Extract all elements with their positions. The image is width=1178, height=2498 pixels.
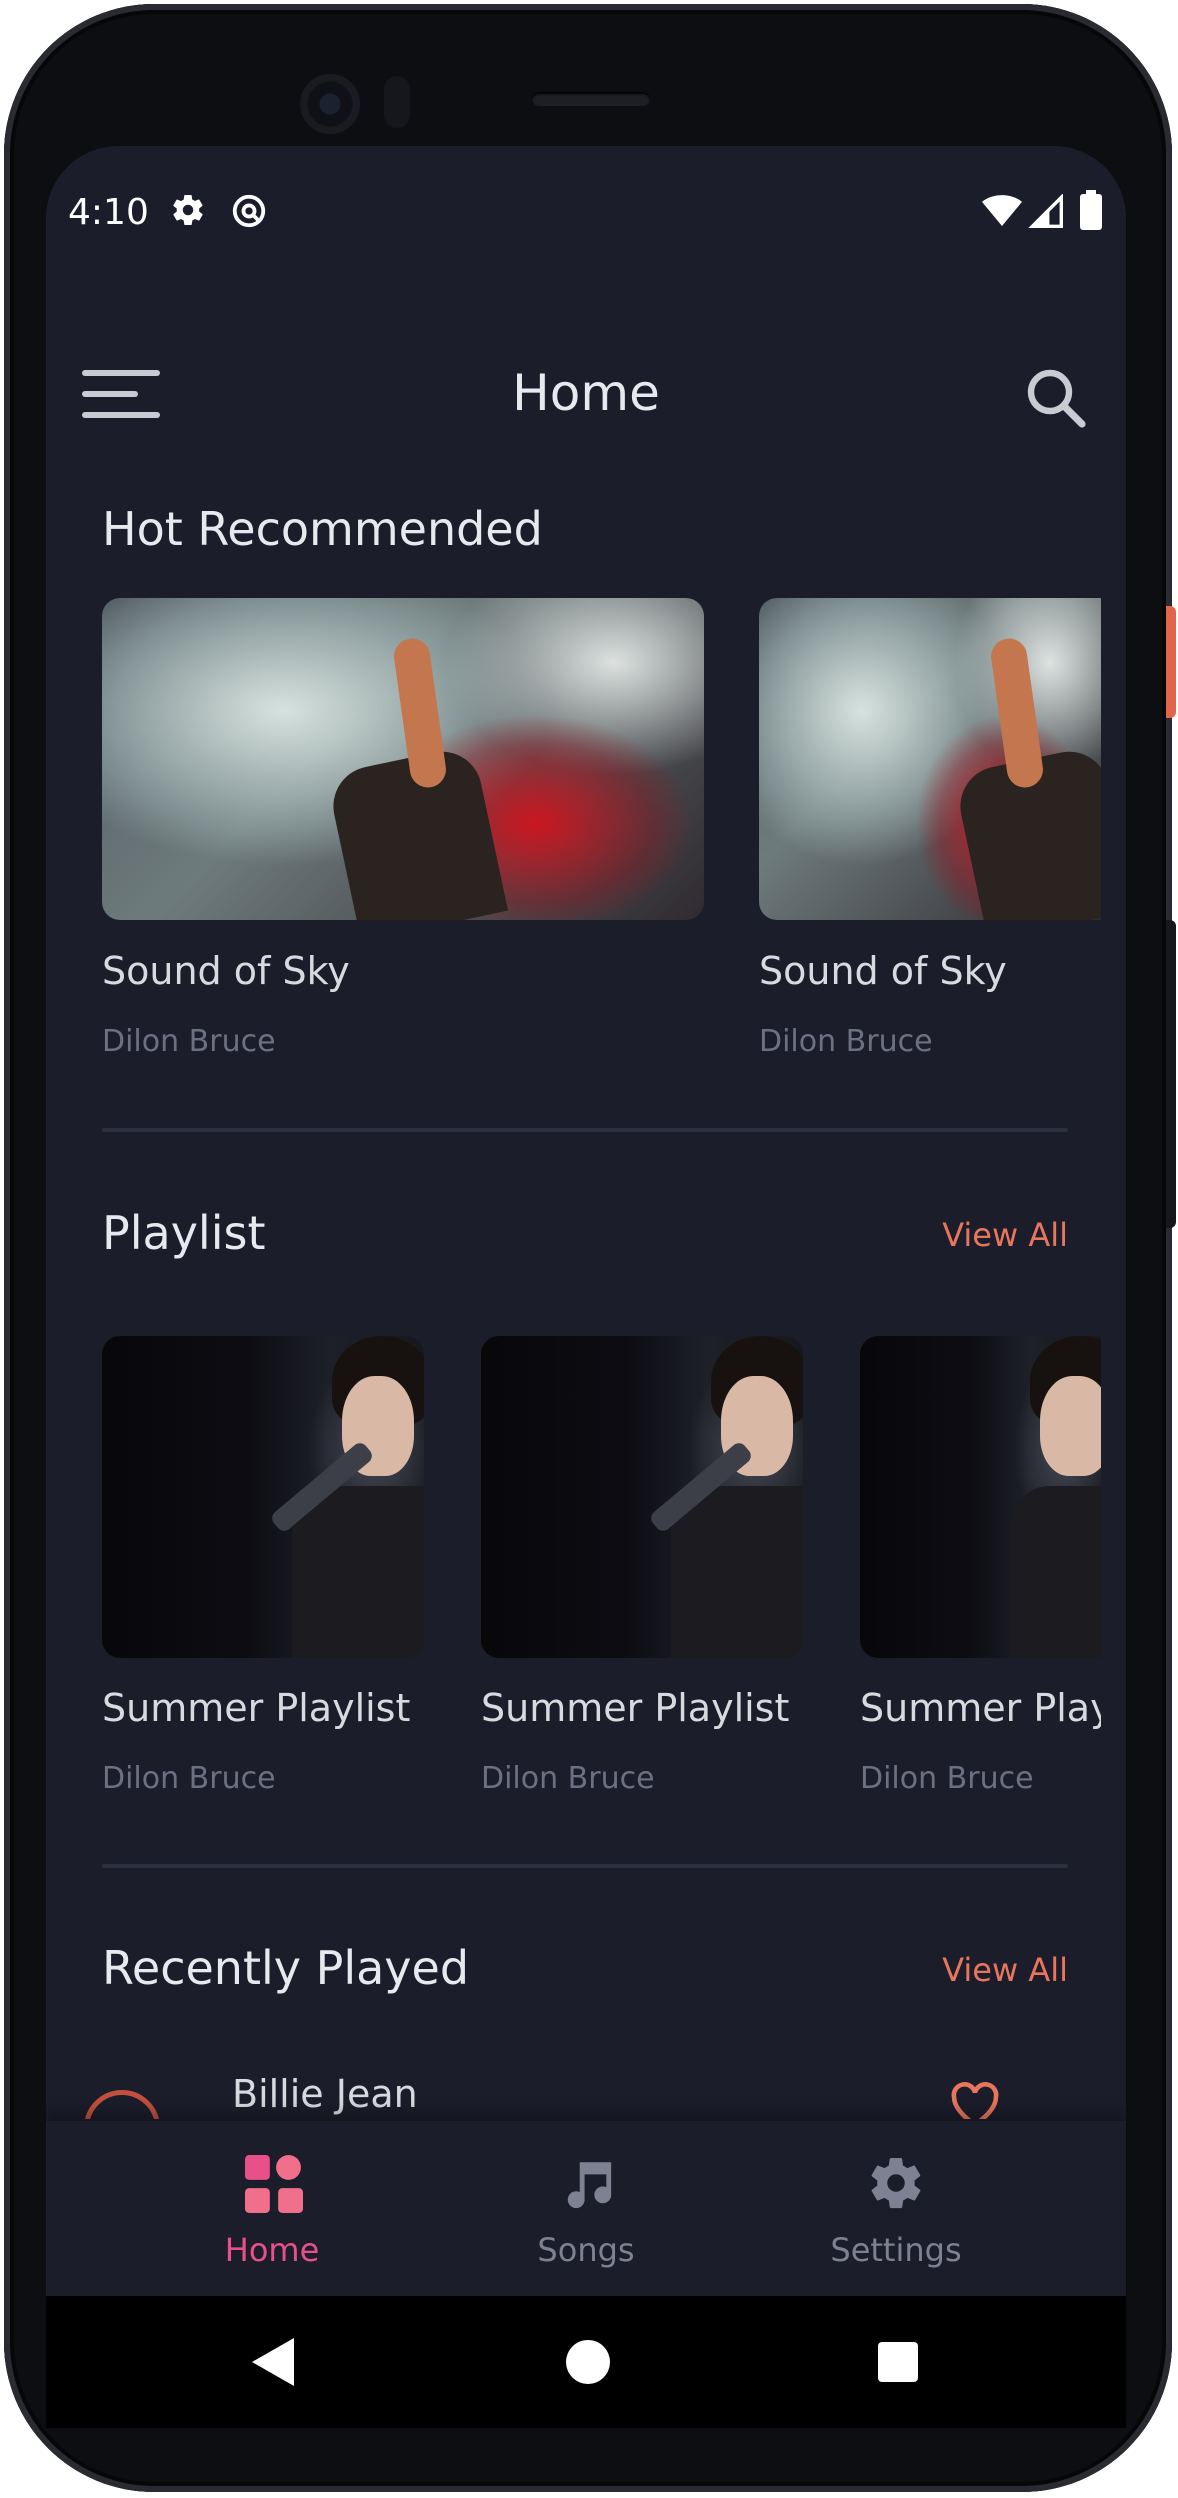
gear-icon bbox=[866, 2153, 926, 2217]
hot-recommended-cover[interactable] bbox=[102, 598, 704, 920]
playlist-item-artist: Dilon Bruce bbox=[102, 1761, 276, 1796]
tab-songs[interactable]: Songs bbox=[436, 2121, 736, 2296]
search-icon[interactable] bbox=[1024, 366, 1088, 434]
status-time: 4:10 bbox=[68, 192, 149, 233]
proximity-sensor bbox=[384, 76, 410, 128]
front-camera bbox=[300, 74, 360, 134]
tab-home[interactable]: Home bbox=[122, 2121, 422, 2296]
playlist-item-artist: Dilon Bruce bbox=[481, 1761, 655, 1796]
hot-recommended-title: Hot Recommended bbox=[102, 502, 543, 556]
home-circle-icon[interactable] bbox=[566, 2340, 610, 2388]
recently-played-view-all-link[interactable]: View All bbox=[942, 1951, 1068, 1989]
gear-icon bbox=[170, 192, 206, 232]
section-divider bbox=[102, 1864, 1068, 1868]
hot-recommended-cover[interactable] bbox=[759, 598, 1101, 920]
tab-home-label: Home bbox=[224, 2231, 320, 2269]
tab-settings[interactable]: Settings bbox=[746, 2121, 1046, 2296]
tab-settings-label: Settings bbox=[830, 2231, 962, 2269]
section-divider bbox=[102, 1128, 1068, 1132]
playlist-title-clip: Summer Playlist bbox=[860, 1676, 1101, 1736]
track-title: Billie Jean bbox=[232, 2072, 418, 2116]
at-icon bbox=[230, 192, 268, 234]
playlist-item-title: Summer Playlist bbox=[860, 1686, 1101, 1730]
page-title: Home bbox=[512, 364, 660, 422]
hot-recommended-item-title: Sound of Sky bbox=[102, 949, 350, 993]
playlist-cover[interactable] bbox=[102, 1336, 424, 1658]
playlist-view-all-link[interactable]: View All bbox=[942, 1216, 1068, 1254]
playlist-cover[interactable] bbox=[481, 1336, 803, 1658]
system-navigation-bar bbox=[46, 2296, 1126, 2428]
recents-square-icon[interactable] bbox=[878, 2342, 918, 2386]
grid-icon bbox=[245, 2155, 303, 2217]
power-button[interactable] bbox=[1166, 606, 1176, 718]
back-icon[interactable] bbox=[252, 2338, 294, 2390]
tab-songs-label: Songs bbox=[537, 2231, 635, 2269]
volume-button[interactable] bbox=[1166, 920, 1176, 1228]
playlist-item-title: Summer Playlist bbox=[102, 1686, 411, 1730]
playlist-title: Playlist bbox=[102, 1206, 266, 1260]
app-screen: 4:10 Home Hot Recommended Sound of Sky D… bbox=[46, 146, 1126, 2296]
status-bar: 4:10 bbox=[46, 146, 1126, 276]
playlist-item-artist: Dilon Bruce bbox=[860, 1761, 1034, 1796]
recently-played-title: Recently Played bbox=[102, 1941, 470, 1995]
bottom-navigation: Home Songs Settings bbox=[46, 2119, 1126, 2296]
hot-recommended-item-title: Sound of Sky bbox=[759, 949, 1007, 993]
earpiece-speaker bbox=[532, 92, 650, 106]
playlist-cover[interactable] bbox=[860, 1336, 1101, 1658]
hot-recommended-item-artist: Dilon Bruce bbox=[759, 1024, 933, 1059]
hot-recommended-item-artist: Dilon Bruce bbox=[102, 1024, 276, 1059]
battery-icon bbox=[1080, 190, 1102, 234]
playlist-item-title: Summer Playlist bbox=[481, 1686, 790, 1730]
music-note-icon bbox=[558, 2155, 616, 2217]
cell-signal-icon bbox=[1028, 193, 1064, 232]
wifi-icon bbox=[982, 194, 1022, 232]
app-header: Home bbox=[46, 336, 1126, 456]
